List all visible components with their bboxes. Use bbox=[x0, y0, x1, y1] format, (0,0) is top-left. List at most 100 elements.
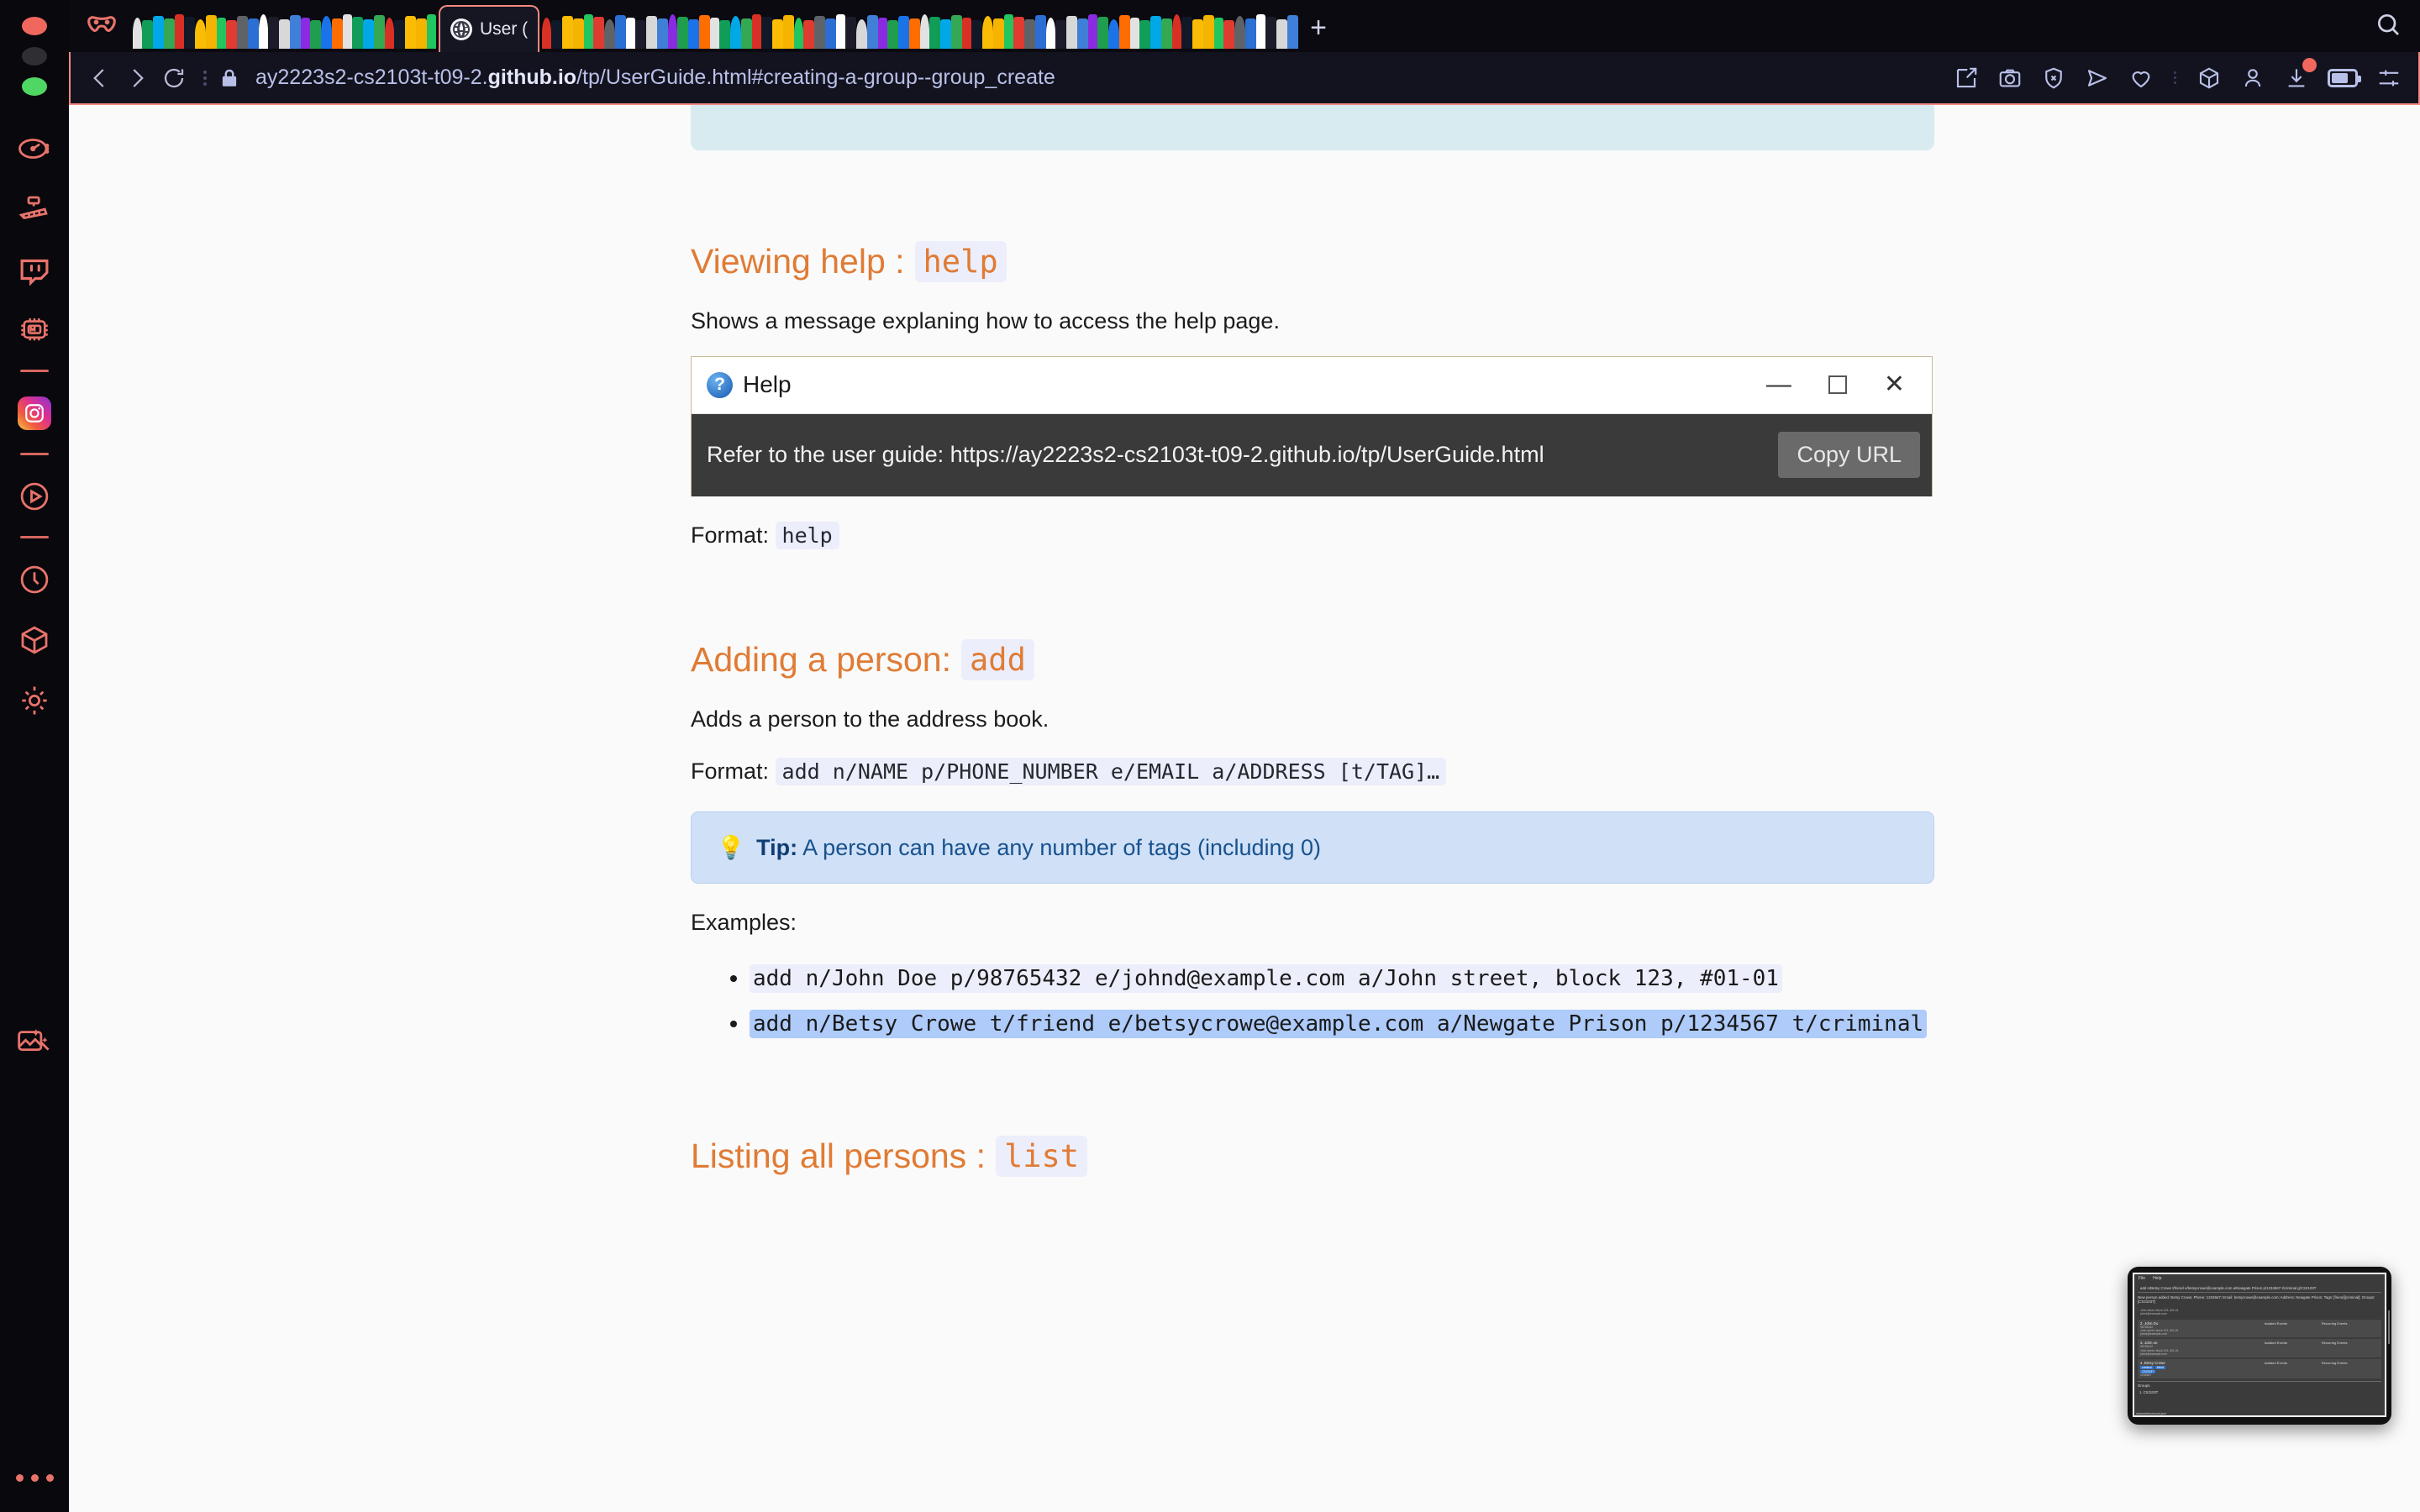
edit-pin-icon[interactable] bbox=[1954, 66, 1979, 91]
settings-sliders-icon[interactable] bbox=[2376, 66, 2402, 91]
collapsed-tab[interactable] bbox=[301, 18, 310, 49]
broom-icon[interactable] bbox=[15, 190, 54, 228]
new-tab-button[interactable]: + bbox=[1310, 13, 1327, 42]
url-bar[interactable]: ay2223s2-cs2103t-t09-2.github.io/tp/User… bbox=[255, 66, 1055, 90]
collapsed-tab[interactable] bbox=[1150, 16, 1161, 49]
collapsed-tab[interactable] bbox=[677, 17, 688, 49]
collapsed-tab[interactable] bbox=[1119, 15, 1130, 49]
collapsed-tab[interactable] bbox=[133, 18, 142, 49]
window-close-button[interactable] bbox=[22, 17, 47, 35]
collapsed-tab[interactable] bbox=[1097, 17, 1108, 49]
collapsed-tab[interactable] bbox=[542, 18, 551, 49]
collapsed-tab[interactable] bbox=[1161, 18, 1172, 49]
collapsed-tab[interactable] bbox=[175, 14, 184, 49]
collapsed-tab[interactable] bbox=[887, 20, 898, 49]
collapsed-tab[interactable] bbox=[206, 15, 217, 49]
dock-more-button[interactable] bbox=[16, 1474, 54, 1482]
cube-icon[interactable] bbox=[2196, 66, 2222, 91]
picture-in-picture-window[interactable]: File Help add n/Betsy Crowe t/friend e/b… bbox=[2128, 1267, 2391, 1425]
pip-menubar[interactable]: File Help bbox=[2134, 1274, 2385, 1283]
collapsed-tab[interactable] bbox=[1013, 17, 1024, 49]
collapsed-tab[interactable] bbox=[268, 17, 279, 49]
collapsed-tab[interactable] bbox=[332, 18, 343, 49]
collapsed-tab[interactable] bbox=[668, 14, 677, 49]
collapsed-tab[interactable] bbox=[699, 15, 710, 49]
collapsed-tab[interactable] bbox=[184, 17, 195, 49]
example-code-2[interactable]: add n/Betsy Crowe t/friend e/betsycrowe@… bbox=[750, 1010, 1927, 1038]
collapsed-tab[interactable] bbox=[657, 18, 668, 49]
collapsed-tab[interactable] bbox=[626, 18, 635, 49]
collapsed-tab[interactable] bbox=[1192, 19, 1203, 49]
copy-url-button[interactable]: Copy URL bbox=[1778, 432, 1920, 478]
collapsed-tab[interactable] bbox=[551, 20, 562, 49]
pip-command-input[interactable]: add n/Betsy Crowe t/friend e/betsycrowe@… bbox=[2138, 1284, 2381, 1293]
collapsed-tab[interactable] bbox=[752, 14, 761, 49]
collapsed-tab[interactable] bbox=[248, 18, 259, 49]
collapsed-tab[interactable] bbox=[584, 14, 593, 49]
collapsed-tab[interactable] bbox=[1004, 14, 1013, 49]
collapsed-tab[interactable] bbox=[279, 19, 290, 49]
list-item[interactable]: 2. John Do 98765432 John street, block 1… bbox=[2138, 1320, 2381, 1338]
collapsed-tab[interactable] bbox=[1223, 20, 1234, 49]
collapsed-tab[interactable] bbox=[593, 17, 604, 49]
collapsed-tab[interactable] bbox=[1108, 19, 1119, 49]
collapsed-tab[interactable] bbox=[929, 17, 940, 49]
collapsed-tab[interactable] bbox=[1035, 15, 1046, 49]
collapsed-tab[interactable] bbox=[898, 16, 909, 49]
collapsed-tab[interactable] bbox=[1256, 14, 1265, 49]
collapsed-tab[interactable] bbox=[646, 16, 657, 49]
active-tab[interactable]: User ( bbox=[439, 5, 539, 52]
collapsed-tab[interactable] bbox=[1172, 14, 1181, 49]
collapsed-tab[interactable] bbox=[363, 19, 374, 49]
window-maximize-button[interactable] bbox=[22, 77, 47, 96]
pip-menu-help[interactable]: Help bbox=[2153, 1276, 2161, 1281]
collapsed-tab[interactable] bbox=[427, 14, 436, 49]
collapsed-tab[interactable] bbox=[783, 15, 794, 49]
collapsed-tab[interactable] bbox=[226, 20, 237, 49]
speedometer-icon[interactable] bbox=[15, 129, 54, 168]
collapsed-tab[interactable] bbox=[1214, 18, 1223, 49]
twitch-icon[interactable] bbox=[15, 250, 54, 289]
collapsed-tab[interactable] bbox=[971, 20, 982, 49]
collapsed-tab[interactable] bbox=[836, 14, 845, 49]
collapsed-tab[interactable] bbox=[1181, 17, 1192, 49]
toolbar-overflow-dots[interactable] bbox=[203, 71, 207, 86]
collapsed-tab[interactable] bbox=[825, 18, 836, 49]
collapsed-tab[interactable] bbox=[635, 20, 646, 49]
window-minimize-button[interactable] bbox=[22, 47, 47, 66]
collapsed-tab[interactable] bbox=[1046, 18, 1055, 49]
send-icon[interactable] bbox=[2085, 66, 2110, 91]
collapsed-tab[interactable] bbox=[1077, 18, 1088, 49]
clock-icon[interactable] bbox=[15, 560, 54, 599]
collapsed-tab[interactable] bbox=[878, 18, 887, 49]
pip-menu-file[interactable]: File bbox=[2139, 1276, 2145, 1281]
collapsed-tab[interactable] bbox=[573, 18, 584, 49]
collapsed-tab[interactable] bbox=[416, 18, 427, 49]
collapsed-tab[interactable] bbox=[867, 15, 878, 49]
collapsed-tab[interactable] bbox=[1055, 20, 1066, 49]
cube-icon[interactable] bbox=[15, 621, 54, 659]
collapsed-tab[interactable] bbox=[814, 16, 825, 49]
collapsed-tab[interactable] bbox=[405, 16, 416, 49]
collapsed-tab[interactable] bbox=[237, 16, 248, 49]
collapsed-tab[interactable] bbox=[615, 15, 626, 49]
collapsed-tab[interactable] bbox=[352, 17, 363, 49]
collapsed-tab[interactable] bbox=[761, 17, 772, 49]
collapsed-tab[interactable] bbox=[321, 16, 332, 49]
instagram-icon[interactable] bbox=[15, 394, 54, 433]
collapsed-tab[interactable] bbox=[794, 18, 803, 49]
collapsed-tab[interactable] bbox=[920, 14, 929, 49]
collapsed-tab[interactable] bbox=[1276, 19, 1287, 49]
collapsed-tab[interactable] bbox=[1066, 16, 1077, 49]
collapsed-tab[interactable] bbox=[153, 16, 164, 49]
collapsed-tab[interactable] bbox=[856, 19, 867, 49]
collapsed-tab[interactable] bbox=[310, 20, 321, 49]
collapsed-tab[interactable] bbox=[993, 18, 1004, 49]
back-button[interactable] bbox=[87, 66, 113, 91]
chip-m-icon[interactable] bbox=[15, 311, 54, 349]
collapsed-tab[interactable] bbox=[1088, 14, 1097, 49]
collapsed-tab[interactable] bbox=[1024, 19, 1035, 49]
collapsed-tab[interactable] bbox=[982, 16, 993, 49]
heart-icon[interactable] bbox=[2128, 66, 2154, 91]
collapsed-tab[interactable] bbox=[1287, 15, 1298, 49]
